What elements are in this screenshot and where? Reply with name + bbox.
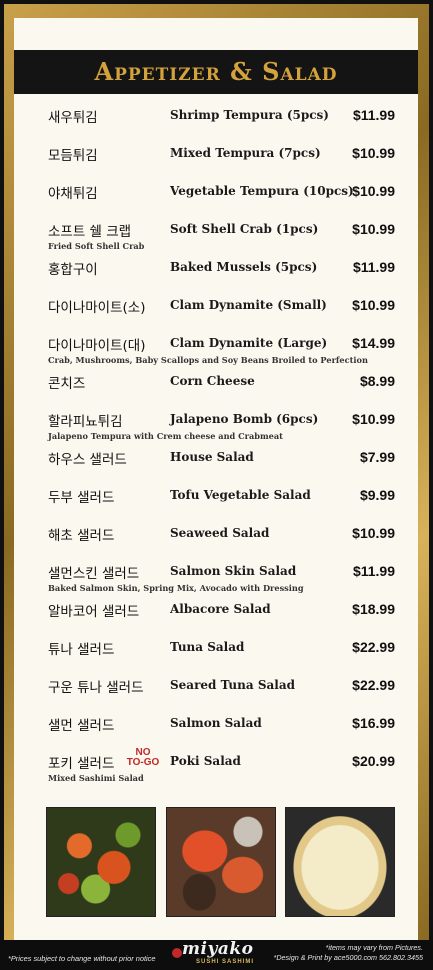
menu-item: 새우튀김 Shrimp Tempura (5pcs) $11.99	[0, 106, 433, 140]
item-english-name: Tuna Salad	[170, 640, 245, 654]
item-price: $16.99	[352, 715, 395, 731]
menu-item: 알바코어 샐러드 Albacore Salad $18.99	[0, 600, 433, 634]
item-price: $11.99	[352, 563, 395, 579]
item-price: $10.99	[352, 221, 395, 237]
footer-credits: *items may vary from Pictures. *Design &…	[274, 943, 423, 963]
item-korean-name: 샐먼스킨 샐러드	[48, 566, 140, 582]
item-description: Mixed Sashimi Salad	[48, 773, 144, 783]
item-korean-name: 할라피뇨튀김	[48, 414, 123, 430]
item-korean-name: 해초 샐러드	[48, 528, 115, 544]
item-korean-name: 하우스 샐러드	[48, 452, 127, 468]
section-header: Appetizer & Salad	[14, 50, 418, 94]
no-to-go-badge: NO TO-GO	[126, 747, 160, 768]
item-price: $20.99	[352, 753, 395, 769]
item-korean-name: 모듬튀김	[48, 148, 98, 164]
item-english-name: Seaweed Salad	[170, 526, 270, 540]
logo-tagline: SUSHI SASHIMI	[196, 959, 255, 965]
item-english-name: Clam Dynamite (Large)	[170, 336, 328, 350]
menu-item: 다이나마이트(대) Clam Dynamite (Large) $14.99 Crab…	[0, 334, 433, 368]
item-english-name: Seared Tuna Salad	[170, 678, 295, 692]
item-korean-name: 새우튀김	[48, 110, 98, 126]
item-price: $22.99	[352, 639, 395, 655]
menu-item: 해초 샐러드 Seaweed Salad $10.99	[0, 524, 433, 558]
item-price: $22.99	[352, 677, 395, 693]
menu-item: 구운 튜나 샐러드 Seared Tuna Salad $22.99	[0, 676, 433, 710]
menu-item: 야채튀김 Vegetable Tempura (10pcs) $10.99	[0, 182, 433, 216]
item-description: Crab, Mushrooms, Baby Scallops and Soy B…	[48, 355, 368, 365]
menu-item: 다이나마이트(소) Clam Dynamite (Small) $10.99	[0, 296, 433, 330]
menu-item: 두부 샐러드 Tofu Vegetable Salad $9.99	[0, 486, 433, 520]
menu-item: 할라피뇨튀김 Jalapeno Bomb (6pcs) $10.99 Jalapeno…	[0, 410, 433, 444]
item-english-name: Salmon Skin Salad	[170, 564, 297, 578]
menu-item: 포키 샐러드 Poki Salad $20.99 Mixed Sashimi Sala…	[0, 748, 433, 786]
salad-photo	[46, 807, 156, 917]
item-price: $10.99	[352, 145, 395, 161]
item-price: $8.99	[359, 373, 395, 389]
item-english-name: House Salad	[170, 450, 254, 464]
design-credit: *Design & Print by ace5000.com 562.802.3…	[273, 953, 423, 962]
item-english-name: Tofu Vegetable Salad	[170, 488, 311, 502]
item-korean-name: 알바코어 샐러드	[48, 604, 140, 620]
price-disclaimer: *Prices subject to change without prior …	[8, 954, 156, 963]
item-english-name: Mixed Tempura (7pcs)	[170, 146, 321, 160]
logo-wordmark: miyako	[182, 939, 254, 959]
menu-item: 모듬튀김 Mixed Tempura (7pcs) $10.99	[0, 144, 433, 178]
menu-item: 샐먼 샐러드 Salmon Salad $16.99	[0, 714, 433, 748]
item-english-name: Clam Dynamite (Small)	[170, 298, 327, 312]
menu-item: 샐먼스킨 샐러드 Salmon Skin Salad $11.99 Baked Sal…	[0, 562, 433, 596]
item-korean-name: 구운 튜나 샐러드	[48, 680, 144, 696]
item-english-name: Baked Mussels (5pcs)	[170, 260, 318, 274]
item-price: $9.99	[359, 487, 395, 503]
section-title: Appetizer & Salad	[94, 57, 338, 86]
menu-item: 하우스 샐러드 House Salad $7.99	[0, 448, 433, 482]
item-price: $10.99	[352, 183, 395, 199]
footer: *Prices subject to change without prior …	[0, 939, 433, 970]
item-price: $10.99	[352, 525, 395, 541]
corn-cheese-photo	[285, 807, 395, 917]
menu-item: 튜나 샐러드 Tuna Salad $22.99	[0, 638, 433, 672]
item-english-name: Jalapeno Bomb (6pcs)	[170, 412, 319, 426]
item-price: $10.99	[352, 411, 395, 427]
item-english-name: Soft Shell Crab (1pcs)	[170, 222, 319, 236]
item-english-name: Salmon Salad	[170, 716, 262, 730]
item-english-name: Poki Salad	[170, 754, 241, 768]
item-price: $14.99	[352, 335, 395, 351]
item-price: $10.99	[352, 297, 395, 313]
item-korean-name: 다이나마이트(대)	[48, 338, 146, 354]
menu-item: 콘치즈 Corn Cheese $8.99	[0, 372, 433, 406]
item-description: Baked Salmon Skin, Spring Mix, Avocado w…	[48, 583, 304, 593]
item-korean-name: 다이나마이트(소)	[48, 300, 146, 316]
menu-item: 소프트 쉘 크랩 Soft Shell Crab (1pcs) $10.99 Frie…	[0, 220, 433, 254]
item-english-name: Albacore Salad	[170, 602, 271, 616]
picture-disclaimer: *items may vary from Pictures.	[325, 943, 423, 952]
item-description: Jalapeno Tempura with Crem cheese and Cr…	[48, 431, 283, 441]
baked-mussels-photo	[166, 807, 276, 917]
item-korean-name: 두부 샐러드	[48, 490, 115, 506]
item-price: $11.99	[352, 107, 395, 123]
item-english-name: Vegetable Tempura (10pcs)	[170, 184, 354, 198]
miyako-logo: miyako SUSHI SASHIMI	[172, 939, 262, 970]
menu-item: 홍합구이 Baked Mussels (5pcs) $11.99	[0, 258, 433, 292]
item-description: Fried Soft Shell Crab	[48, 241, 145, 251]
logo-mark-icon	[172, 948, 182, 958]
item-korean-name: 야채튀김	[48, 186, 98, 202]
item-korean-name: 포키 샐러드	[48, 756, 115, 772]
item-korean-name: 튜나 샐러드	[48, 642, 115, 658]
item-korean-name: 소프트 쉘 크랩	[48, 224, 132, 240]
item-price: $11.99	[352, 259, 395, 275]
item-price: $7.99	[359, 449, 395, 465]
item-price: $18.99	[352, 601, 395, 617]
item-korean-name: 홍합구이	[48, 262, 98, 278]
item-korean-name: 콘치즈	[48, 376, 86, 392]
item-english-name: Shrimp Tempura (5pcs)	[170, 108, 329, 122]
item-english-name: Corn Cheese	[170, 374, 255, 388]
item-korean-name: 샐먼 샐러드	[48, 718, 115, 734]
